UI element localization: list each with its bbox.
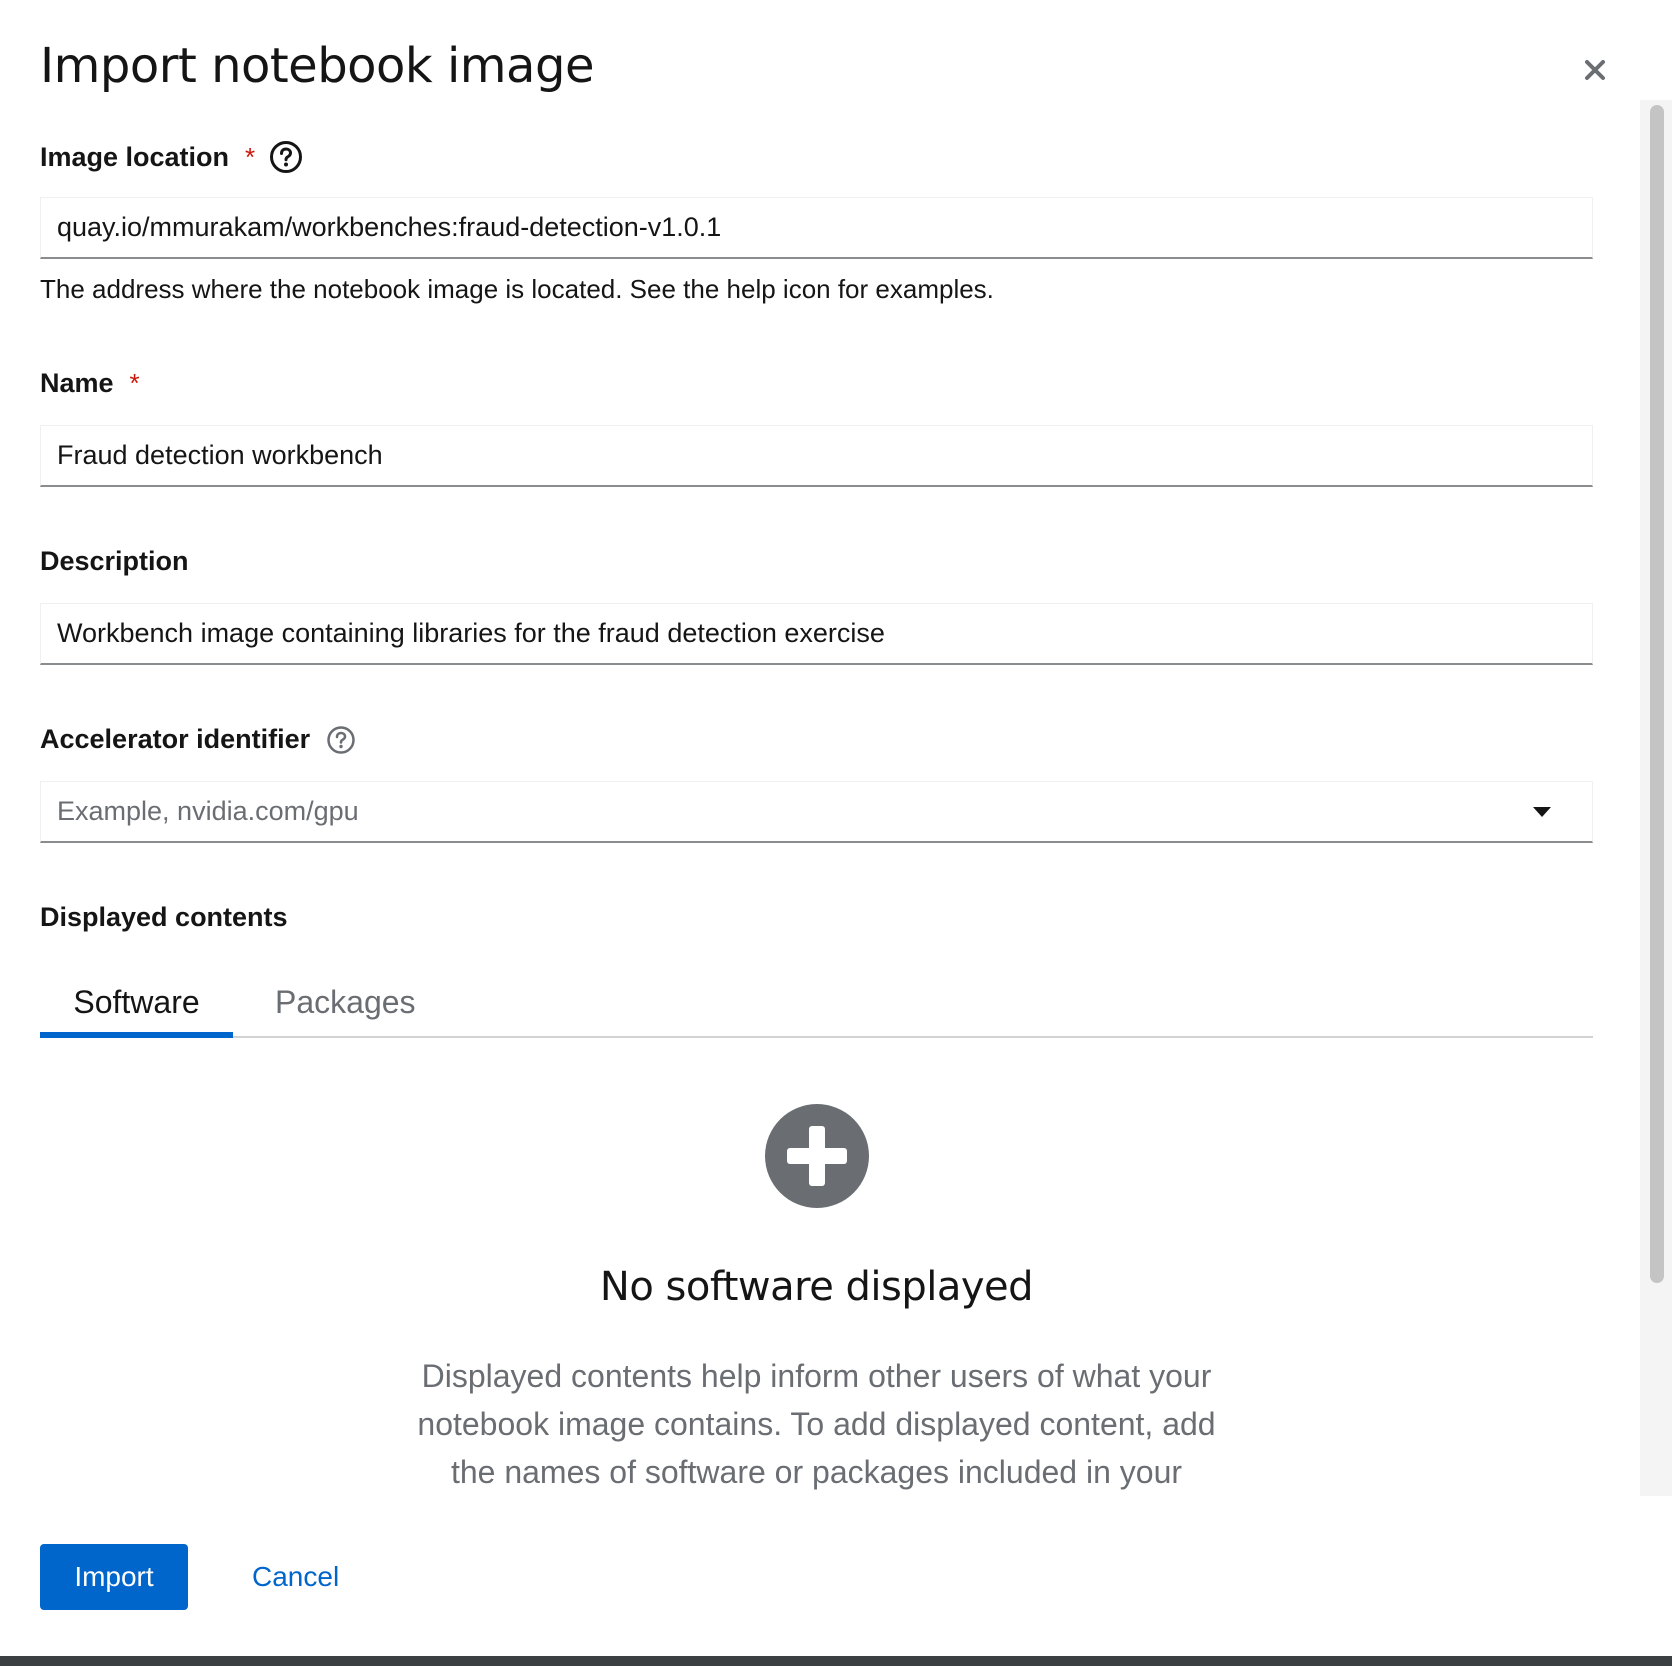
name-input[interactable]: Fraud detection workbench	[40, 425, 1593, 487]
displayed-contents-tabs: Software Packages	[40, 970, 1593, 1038]
empty-state-body: Displayed contents help inform other use…	[417, 1358, 1216, 1490]
image-location-input[interactable]: quay.io/mmurakam/workbenches:fraud-detec…	[40, 197, 1593, 259]
displayed-contents-label-text: Displayed contents	[40, 902, 288, 932]
image-location-value: quay.io/mmurakam/workbenches:fraud-detec…	[57, 212, 722, 242]
empty-state-title: No software displayed	[599, 1264, 1034, 1310]
accelerator-label-text: Accelerator identifier	[40, 724, 311, 754]
required-mark: *	[245, 141, 256, 172]
required-mark: *	[129, 368, 140, 398]
image-location-help-button[interactable]	[269, 140, 303, 174]
name-label: Name *	[40, 368, 140, 399]
help-icon	[270, 141, 303, 173]
close-icon	[1585, 60, 1605, 80]
accelerator-select[interactable]: Example, nvidia.com/gpu	[40, 781, 1593, 843]
close-button[interactable]	[1577, 52, 1613, 88]
caret-down-icon	[1533, 807, 1551, 817]
modal-title: Import notebook image	[40, 38, 594, 94]
image-location-helper-text: The address where the notebook image is …	[40, 274, 994, 304]
tab-software-label: Software	[73, 983, 200, 1020]
scrollbar-thumb[interactable]	[1650, 105, 1664, 1283]
description-value: Workbench image containing libraries for…	[57, 618, 885, 648]
help-icon	[327, 725, 355, 754]
accelerator-help-button[interactable]	[326, 725, 356, 755]
description-label-text: Description	[40, 546, 189, 576]
accelerator-label: Accelerator identifier	[40, 724, 356, 755]
tab-packages-label: Packages	[275, 983, 416, 1020]
image-location-label: Image location *	[40, 140, 303, 174]
tab-packages[interactable]: Packages	[265, 970, 426, 1034]
name-label-text: Name	[40, 368, 114, 398]
tab-software[interactable]: Software	[40, 970, 233, 1038]
description-label: Description	[40, 546, 189, 577]
cancel-button[interactable]: Cancel	[244, 1544, 347, 1610]
accelerator-placeholder: Example, nvidia.com/gpu	[57, 796, 359, 826]
window-bottom-edge	[0, 1656, 1672, 1666]
description-input[interactable]: Workbench image containing libraries for…	[40, 603, 1593, 665]
import-button[interactable]: Import	[40, 1544, 188, 1610]
image-location-label-text: Image location	[40, 141, 230, 172]
plus-circle-icon	[765, 1104, 869, 1208]
name-value: Fraud detection workbench	[57, 440, 383, 470]
displayed-contents-label: Displayed contents	[40, 902, 288, 933]
